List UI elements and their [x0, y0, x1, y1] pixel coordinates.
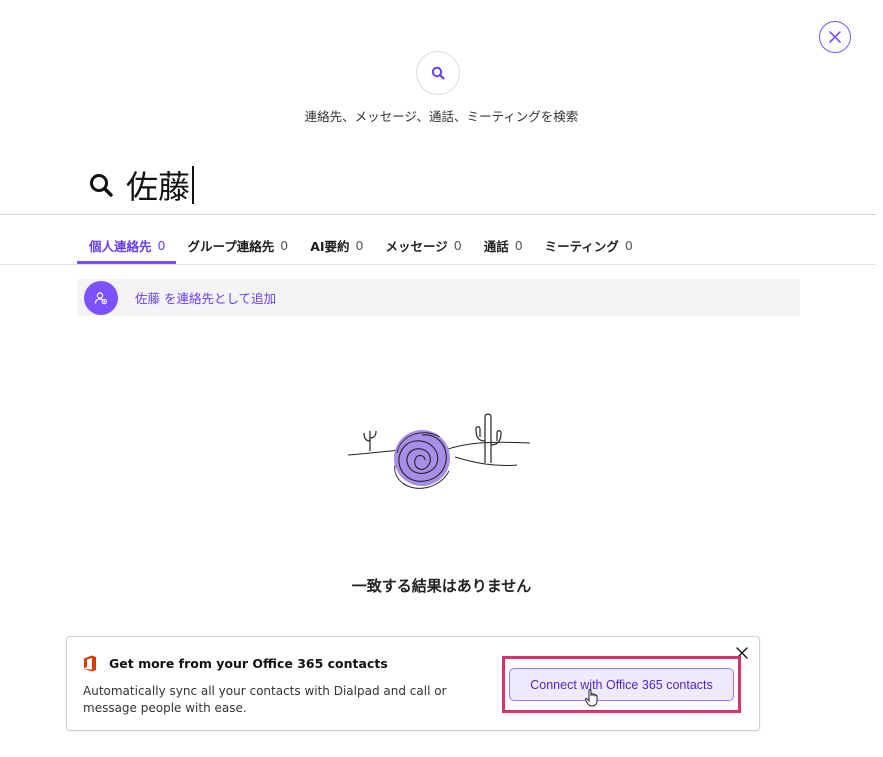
tab-label: 通話: [483, 238, 509, 254]
banner-description: Automatically sync all your contacts wit…: [83, 684, 447, 715]
tab-label: AI要約: [310, 238, 350, 254]
search-hint: 連絡先、メッセージ、通話、ミーティングを検索: [304, 109, 579, 124]
desert-cactus-illustration: [347, 413, 531, 489]
search-query[interactable]: 佐藤: [126, 162, 190, 208]
add-person-icon: [94, 291, 108, 304]
tab-count: 0: [157, 237, 166, 253]
tab-label: グループ連絡先: [187, 238, 275, 254]
tab-count: 0: [624, 237, 633, 253]
tab-label: ミーティング: [544, 238, 619, 254]
tab-personal-contacts[interactable]: 個人連絡先 0: [77, 226, 177, 264]
connect-office-365-button[interactable]: Connect with Office 365 contacts: [509, 668, 734, 701]
tab-group-contacts[interactable]: グループ連絡先 0: [176, 226, 299, 264]
tab-count: 0: [514, 237, 523, 253]
avatar: [84, 280, 118, 315]
tab-count: 0: [280, 237, 289, 253]
search-input[interactable]: 佐藤: [88, 160, 194, 210]
tab-messages[interactable]: メッセージ 0: [374, 226, 472, 264]
search-icon: [90, 174, 113, 197]
divider: [0, 264, 876, 265]
tab-count: 0: [355, 237, 364, 253]
tab-count: 0: [453, 237, 462, 253]
add-contact-row[interactable]: 佐藤 を連絡先として追加: [77, 279, 800, 316]
search-icon: [431, 66, 445, 80]
tab-ai-summary[interactable]: AI要約 0: [299, 226, 374, 264]
divider: [0, 214, 876, 215]
close-button[interactable]: [819, 21, 851, 53]
tab-meetings[interactable]: ミーティング 0: [534, 226, 644, 264]
text-caret: [192, 166, 194, 204]
office-logo-icon: [84, 655, 96, 672]
tab-label: メッセージ: [385, 238, 448, 254]
tab-calls[interactable]: 通話 0: [473, 226, 534, 264]
search-badge: [416, 51, 460, 95]
banner-title: Get more from your Office 365 contacts: [109, 656, 388, 671]
result-tabs: 個人連絡先 0 グループ連絡先 0 AI要約 0 メッセージ 0 通話 0 ミーティング 0: [77, 226, 644, 264]
no-results-message: 一致する結果はありません: [351, 577, 532, 595]
tab-label: 個人連絡先: [89, 238, 152, 254]
hand-pointer-icon: [584, 689, 598, 707]
close-icon: [829, 31, 841, 43]
add-contact-label: 佐藤 を連絡先として追加: [135, 291, 277, 306]
